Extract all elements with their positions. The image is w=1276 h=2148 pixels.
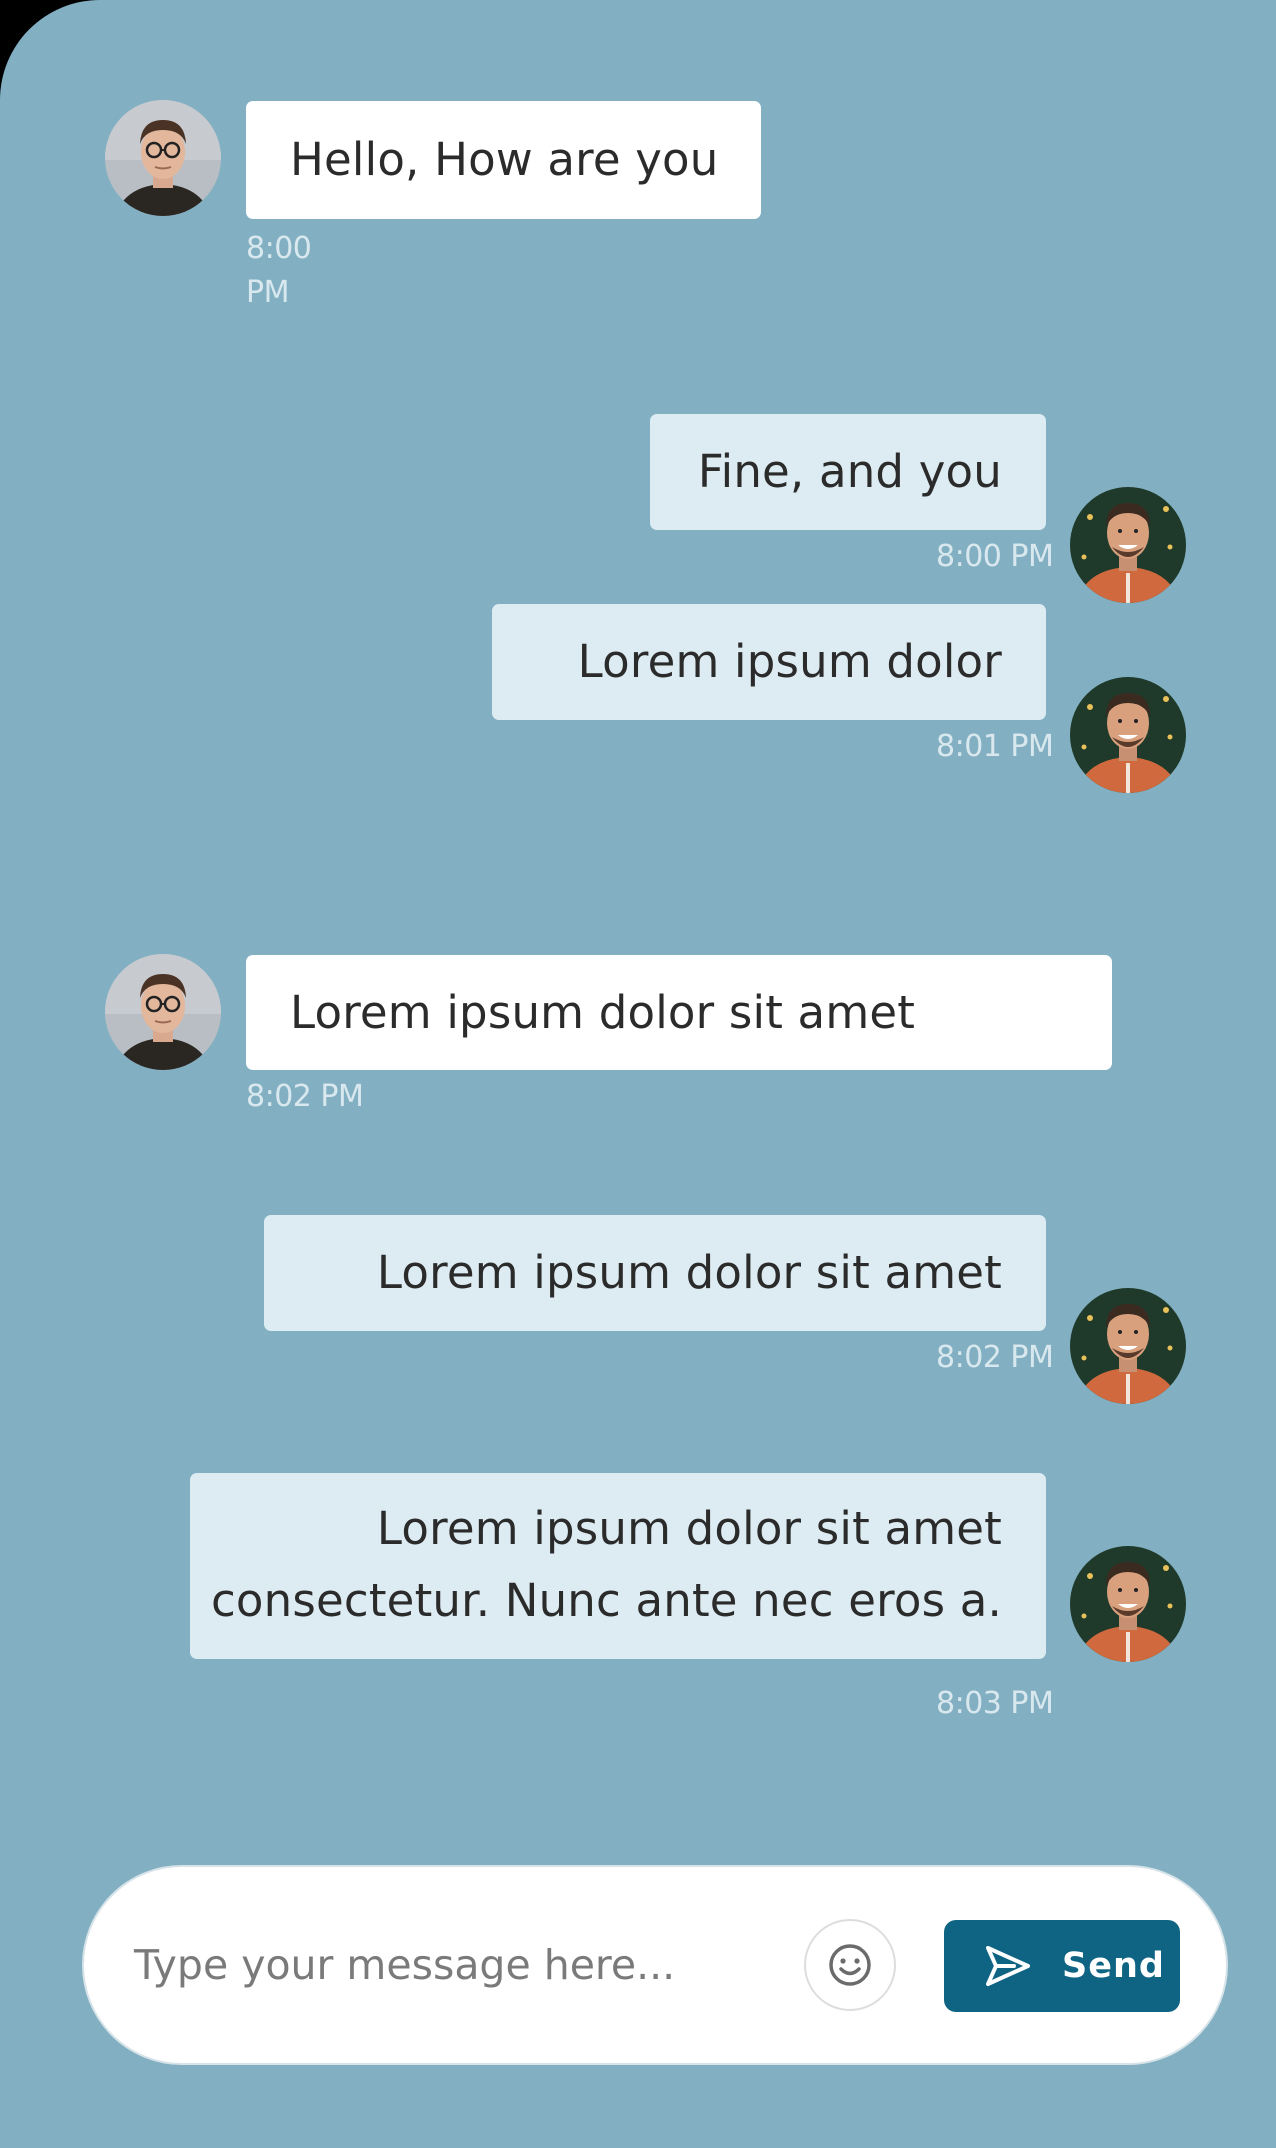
message-text: Lorem ipsum dolor sit amet (376, 1246, 1002, 1299)
user-avatar-image (1070, 1288, 1186, 1404)
contact-avatar (105, 954, 221, 1070)
message-bubble-outgoing[interactable]: Lorem ipsum dolor sit amet (264, 1215, 1046, 1331)
message-timestamp: 8:01 PM (936, 729, 1054, 764)
message-bubble-incoming[interactable]: Lorem ipsum dolor sit amet (246, 955, 1112, 1070)
contact-avatar (105, 100, 221, 216)
user-avatar (1070, 1288, 1186, 1404)
message-text: Lorem ipsum dolor sit amet (290, 986, 916, 1039)
user-avatar (1070, 1546, 1186, 1662)
message-text: Lorem ipsum dolor (577, 635, 1002, 688)
contact-avatar-image (105, 100, 221, 216)
user-avatar-image (1070, 677, 1186, 793)
chat-screen: Hello, How are you 8:00 PM Fine, and you… (0, 0, 1276, 2148)
message-timestamp: 8:00 PM (246, 231, 312, 310)
message-text-line: Lorem ipsum dolor sit amet (376, 1502, 1002, 1555)
send-button[interactable]: Send (944, 1920, 1180, 2012)
message-timestamp: 8:02 PM (936, 1340, 1054, 1375)
message-text: Fine, and you (697, 445, 1002, 498)
message-timestamp: 8:02 PM (246, 1079, 364, 1114)
emoji-button[interactable] (804, 1919, 896, 2011)
message-text: Hello, How are you (290, 133, 719, 186)
user-avatar (1070, 487, 1186, 603)
message-composer: Type your message here... Send (82, 1865, 1228, 2065)
message-bubble-incoming[interactable]: Hello, How are you (246, 101, 761, 219)
smiley-icon (829, 1944, 871, 1986)
user-avatar-image (1070, 1546, 1186, 1662)
message-bubble-outgoing[interactable]: Fine, and you (650, 414, 1046, 530)
message-bubble-outgoing[interactable]: Lorem ipsum dolor sit amet consectetur. … (190, 1473, 1046, 1659)
send-arrow-icon (986, 1946, 1030, 1986)
user-avatar (1070, 677, 1186, 793)
message-input[interactable]: Type your message here... (134, 1937, 675, 1993)
contact-avatar-image (105, 954, 221, 1070)
message-text-line: consectetur. Nunc ante nec eros a. (210, 1574, 1002, 1627)
message-bubble-outgoing[interactable]: Lorem ipsum dolor (492, 604, 1046, 720)
message-timestamp: 8:00 PM (936, 539, 1054, 574)
send-button-label: Send (1062, 1946, 1165, 1986)
message-timestamp: 8:03 PM (936, 1686, 1054, 1721)
user-avatar-image (1070, 487, 1186, 603)
